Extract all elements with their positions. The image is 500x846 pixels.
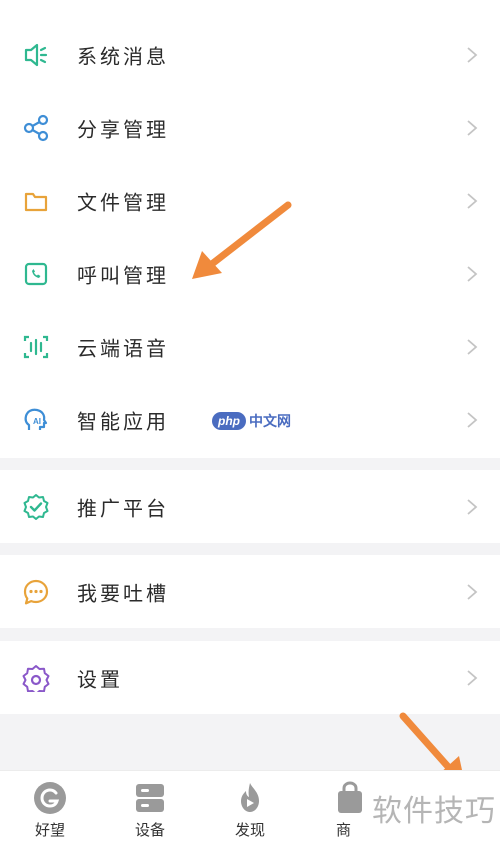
voice-wave-icon — [22, 333, 50, 361]
chevron-right-icon — [467, 338, 478, 355]
tab-discover[interactable]: 发现 — [200, 771, 300, 846]
menu-item-feedback[interactable]: 我要吐槽 — [0, 555, 500, 628]
ai-head-icon: AI — [22, 406, 50, 434]
menu-item-label: 云端语音 — [77, 336, 169, 360]
tab-label: 好望 — [34, 821, 65, 839]
php-badge: php — [212, 412, 246, 430]
php-watermark: php 中文网 — [212, 410, 291, 432]
menu-item-label: 系统消息 — [77, 44, 169, 68]
speaker-icon — [22, 41, 50, 69]
menu-item-label: 文件管理 — [77, 190, 169, 214]
menu-item-settings[interactable]: 设置 — [0, 641, 500, 714]
menu-group-promo: 推广平台 — [0, 470, 500, 543]
tab-label: 发现 — [234, 821, 265, 839]
chevron-right-icon — [467, 498, 478, 515]
chevron-right-icon — [467, 411, 478, 428]
chevron-right-icon — [467, 669, 478, 686]
corner-watermark: 软件技巧 — [372, 794, 496, 829]
menu-item-promotion-platform[interactable]: 推广平台 — [0, 470, 500, 543]
badge-check-icon — [22, 493, 50, 521]
menu-item-system-messages[interactable]: 系统消息 — [0, 18, 500, 91]
shop-icon — [338, 781, 362, 813]
svg-text:AI: AI — [33, 417, 41, 426]
menu-item-label: 呼叫管理 — [77, 263, 169, 287]
chat-bubble-icon — [22, 578, 50, 606]
tab-label: 设备 — [134, 821, 165, 839]
phone-icon — [22, 260, 50, 288]
menu-item-label: 推广平台 — [77, 496, 169, 520]
chevron-right-icon — [467, 46, 478, 63]
chevron-right-icon — [467, 583, 478, 600]
flame-icon — [241, 783, 259, 812]
device-icon — [136, 784, 164, 812]
chevron-right-icon — [467, 265, 478, 282]
folder-icon — [22, 187, 50, 215]
menu-item-label: 智能应用 — [77, 409, 169, 433]
menu-group-feedback: 我要吐槽 — [0, 555, 500, 628]
menu-item-label: 分享管理 — [77, 117, 169, 141]
menu-group-settings: 设置 — [0, 641, 500, 714]
menu-item-cloud-voice[interactable]: 云端语音 — [0, 310, 500, 383]
menu-item-share-management[interactable]: 分享管理 — [0, 91, 500, 164]
share-icon — [22, 114, 50, 142]
menu-item-label: 设置 — [77, 667, 123, 691]
chevron-right-icon — [467, 192, 478, 209]
annotation-arrow-icon — [192, 201, 292, 279]
tab-devices[interactable]: 设备 — [100, 771, 200, 846]
php-watermark-text: 中文网 — [249, 414, 291, 430]
chevron-right-icon — [467, 119, 478, 136]
brand-g-icon — [34, 782, 66, 814]
gear-icon — [22, 664, 50, 692]
menu-item-label: 我要吐槽 — [77, 581, 169, 605]
tab-haowang[interactable]: 好望 — [0, 771, 100, 846]
